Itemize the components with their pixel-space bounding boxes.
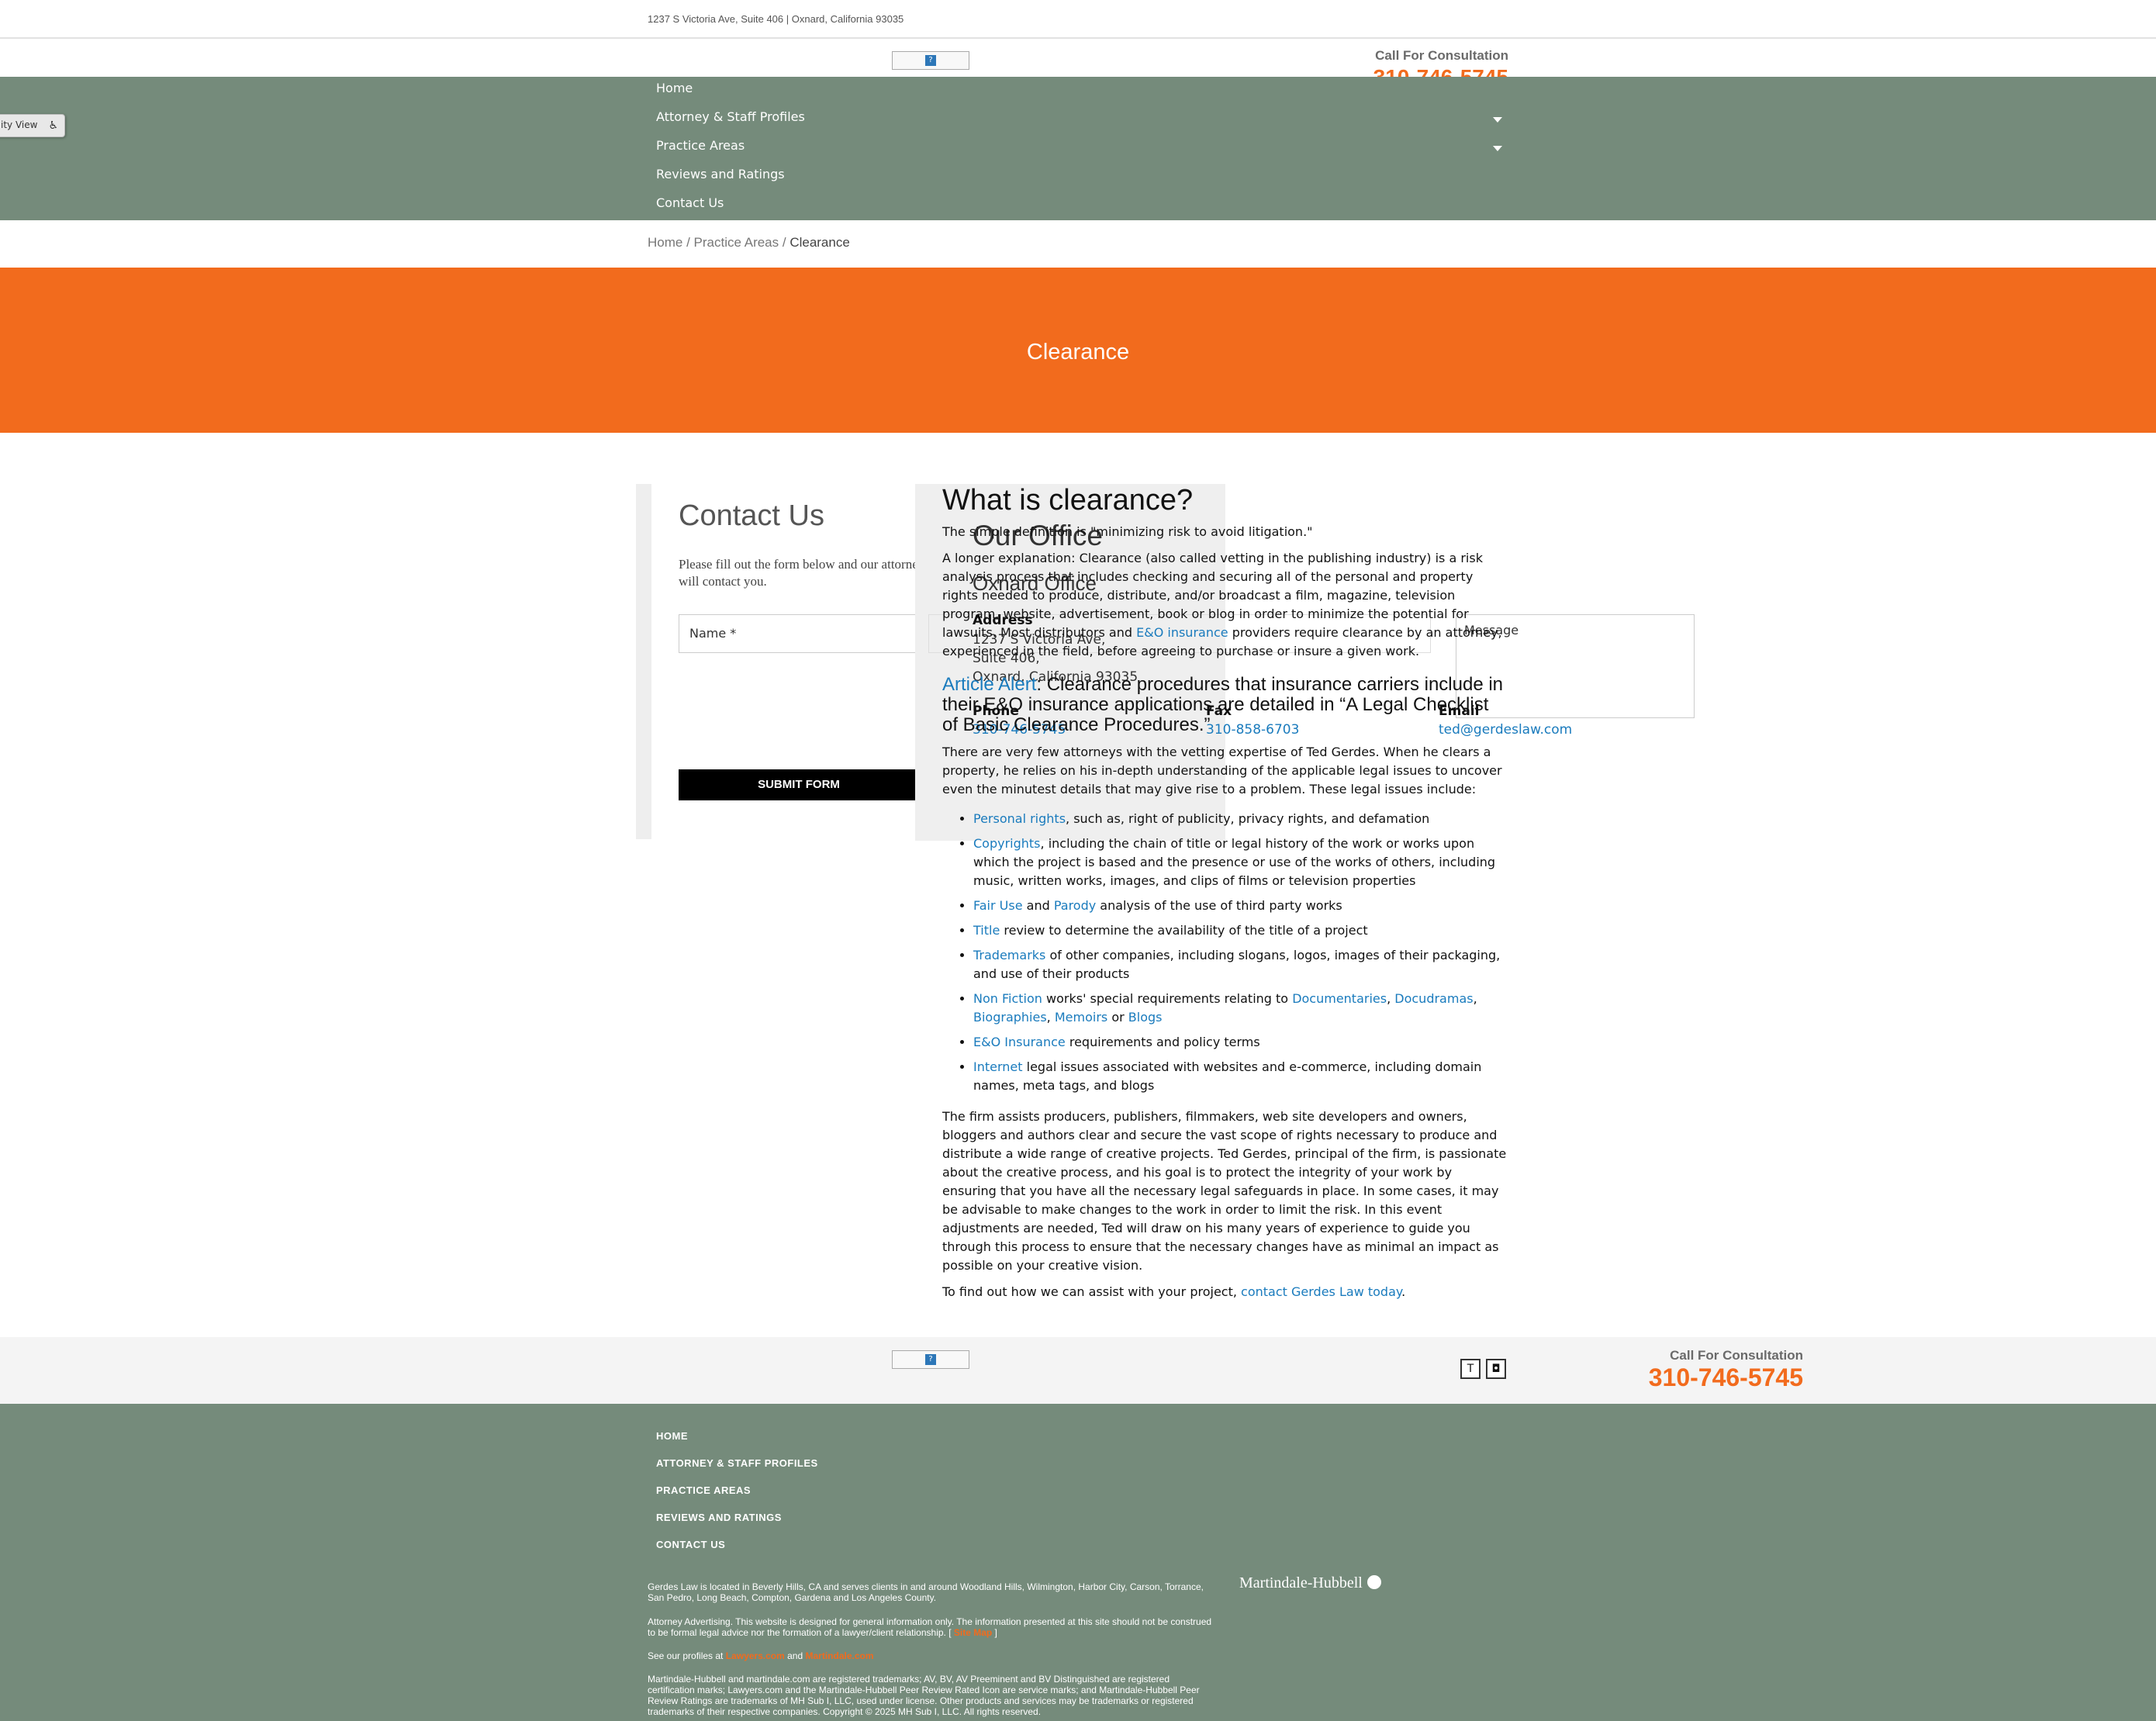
legal-issues-list: Personal rights, such as, right of publi… (973, 810, 1508, 1095)
article-paragraph: A longer explanation: Clearance (also ca… (942, 551, 1502, 658)
nav-item-practice-areas[interactable]: Practice Areas (656, 138, 745, 153)
list-item: E&O Insurance requirements and policy te… (973, 1033, 1508, 1052)
top-address: 1237 S Victoria Ave, Suite 406 | Oxnard,… (648, 13, 904, 25)
footer: HOME ATTORNEY & STAFF PROFILES PRACTICE … (0, 1404, 2156, 1721)
footer-locale-text: Gerdes Law is located in Beverly Hills, … (648, 1581, 1204, 1603)
chevron-down-icon[interactable] (1493, 117, 1502, 123)
contact-form-intro: Please fill out the form below and our a… (679, 557, 925, 589)
biographies-link[interactable]: Biographies (973, 1010, 1047, 1025)
article-paragraph: The simple definition is "minimizing ris… (942, 524, 1313, 539)
list-item: Personal rights, such as, right of publi… (973, 810, 1508, 828)
main-nav: Home Attorney & Staff Profiles Practice … (0, 77, 2156, 220)
accessibility-view-button[interactable]: ity View ♿ (0, 114, 65, 137)
personal-rights-link[interactable]: Personal rights (973, 811, 1066, 826)
parody-link[interactable]: Parody (1054, 898, 1096, 913)
footer-disclaimer: Attorney Advertising. This website is de… (648, 1616, 1212, 1638)
broken-image-icon: ? (925, 1354, 936, 1365)
martindale-com-link[interactable]: Martindale.com (805, 1650, 873, 1661)
twitter-icon[interactable]: T (1460, 1359, 1481, 1379)
lawyers-com-link[interactable]: Lawyers.com (726, 1650, 785, 1661)
chevron-down-icon[interactable] (1493, 146, 1502, 151)
footer-nav-contact-us[interactable]: CONTACT US (656, 1539, 725, 1550)
wheelchair-icon: ♿ (48, 119, 58, 132)
footer-nav-home[interactable]: HOME (656, 1430, 688, 1442)
footer-cta-label: Call For Consultation (1670, 1348, 1803, 1363)
memoirs-link[interactable]: Memoirs (1055, 1010, 1107, 1025)
article-content: What is clearance? The simple definition… (942, 481, 1508, 1309)
internet-link[interactable]: Internet (973, 1059, 1023, 1074)
article-paragraph: There are very few attorneys with the ve… (942, 745, 1502, 797)
breadcrumb-practice-areas[interactable]: Practice Areas (694, 235, 779, 250)
blogs-link[interactable]: Blogs (1128, 1010, 1163, 1025)
footer-logo[interactable]: ? (892, 1350, 969, 1369)
article-heading: What is clearance? (942, 484, 1194, 517)
contact-form-card: Contact Us Please fill out the form belo… (636, 484, 924, 839)
martindale-badge-icon (1367, 1575, 1381, 1589)
martindale-hubbell-logo[interactable]: Martindale-Hubbell (1239, 1574, 1381, 1592)
footer-nav-practice-areas[interactable]: PRACTICE AREAS (656, 1484, 751, 1496)
list-item: Copyrights, including the chain of title… (973, 835, 1508, 890)
footer-cta: Call For Consultation 310-746-5745 (1622, 1348, 1803, 1392)
hero-banner: Clearance (0, 268, 2156, 433)
docudramas-link[interactable]: Docudramas (1394, 991, 1473, 1006)
list-item: Trademarks of other companies, including… (973, 946, 1508, 983)
article-paragraph: The firm assists producers, publishers, … (942, 1109, 1507, 1273)
name-input[interactable]: Name * (679, 614, 919, 653)
non-fiction-link[interactable]: Non Fiction (973, 991, 1042, 1006)
prefooter: ? T ◘ Call For Consultation 310-746-5745 (0, 1337, 2156, 1404)
breadcrumb: Home / Practice Areas / Clearance (648, 235, 850, 251)
trademarks-link[interactable]: Trademarks (973, 948, 1045, 962)
footer-trademark-text: Martindale-Hubbell and martindale.com ar… (648, 1674, 1200, 1717)
article-alert: Article Alert: Clearance procedures that… (942, 674, 1504, 735)
page-title: Clearance (1026, 340, 1130, 365)
nav-item-contact-us[interactable]: Contact Us (656, 195, 724, 210)
nav-item-reviews-and-ratings[interactable]: Reviews and Ratings (656, 167, 785, 181)
nav-item-home[interactable]: Home (656, 81, 693, 95)
breadcrumb-home[interactable]: Home (648, 235, 682, 250)
footer-nav-reviews-and-ratings[interactable]: REVIEWS AND RATINGS (656, 1512, 782, 1523)
footer-profiles: See our profiles at Lawyers.com and Mart… (648, 1650, 874, 1661)
top-address-bar: 1237 S Victoria Ave, Suite 406 | Oxnard,… (0, 0, 2156, 39)
broken-image-icon: ? (925, 55, 936, 66)
breadcrumb-current: Clearance (789, 235, 850, 250)
site-logo[interactable]: ? (892, 51, 969, 70)
eo-insurance-link[interactable]: E&O Insurance (973, 1035, 1066, 1049)
article-paragraph: To find out how we can assist with your … (942, 1284, 1406, 1299)
eo-insurance-link[interactable]: E&O insurance (1136, 625, 1228, 640)
copyrights-link[interactable]: Copyrights (973, 836, 1041, 851)
list-item: Non Fiction works' special requirements … (973, 990, 1508, 1027)
title-link[interactable]: Title (973, 923, 1000, 938)
header: ? Call For Consultation 310-746-5745 (0, 39, 2156, 89)
documentaries-link[interactable]: Documentaries (1292, 991, 1387, 1006)
cta-label: Call For Consultation (1375, 48, 1508, 63)
breadcrumb-separator: / (682, 235, 694, 250)
footer-nav-attorney-staff-profiles[interactable]: ATTORNEY & STAFF PROFILES (656, 1457, 818, 1469)
footer-cta-phone-link[interactable]: 310-746-5745 (1622, 1363, 1803, 1392)
site-map-link[interactable]: Site Map (954, 1627, 992, 1638)
nav-item-attorney-staff-profiles[interactable]: Attorney & Staff Profiles (656, 109, 805, 124)
contact-gerdes-link[interactable]: contact Gerdes Law today (1241, 1284, 1401, 1299)
submit-form-button[interactable]: SUBMIT FORM (679, 769, 919, 800)
fair-use-link[interactable]: Fair Use (973, 898, 1023, 913)
article-alert-link[interactable]: Article Alert (942, 674, 1036, 695)
accessibility-label: ity View (1, 119, 38, 130)
list-item: Fair Use and Parody analysis of the use … (973, 897, 1508, 915)
list-item: Title review to determine the availabili… (973, 921, 1508, 940)
contact-form-title: Contact Us (679, 499, 824, 532)
breadcrumb-separator: / (779, 235, 790, 250)
social-icon[interactable]: ◘ (1486, 1359, 1506, 1379)
list-item: Internet legal issues associated with we… (973, 1058, 1508, 1095)
